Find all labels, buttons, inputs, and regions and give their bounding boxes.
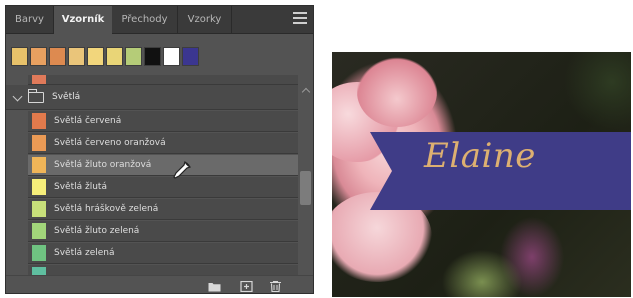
swatch-chip[interactable] <box>144 47 161 66</box>
color-chip <box>32 245 46 261</box>
swatch-label: Světlá zelená <box>54 248 115 258</box>
swatch-row[interactable]: Světlá hráškově zelená <box>28 199 298 220</box>
banner-text: Elaine <box>424 136 536 176</box>
color-chip <box>32 267 46 275</box>
swatch-label: Světlá červeno oranžová <box>54 138 166 148</box>
tab-barvy[interactable]: Barvy <box>6 6 54 34</box>
swatch-group-header[interactable]: Světlá <box>6 85 298 110</box>
panel-menu-icon[interactable] <box>293 12 307 26</box>
color-chip <box>32 113 46 129</box>
swatch-label: Světlá žlutá <box>54 182 107 192</box>
color-chip <box>32 179 46 195</box>
swatch-row[interactable]: Světlá žluto zelená <box>28 221 298 242</box>
color-chip <box>32 157 46 173</box>
swatch-chip[interactable] <box>106 47 123 66</box>
swatch-list: Světlá Světlá červená Světlá červeno oran… <box>6 75 298 275</box>
swatch-chip[interactable] <box>68 47 85 66</box>
color-chip <box>32 75 46 84</box>
swatch-chip[interactable] <box>163 47 180 66</box>
trash-icon[interactable] <box>269 281 282 292</box>
eyedropper-icon <box>173 160 192 179</box>
tab-vzornik[interactable]: Vzorník <box>54 6 112 35</box>
rose-photo: Elaine <box>332 52 631 297</box>
tab-vzorky[interactable]: Vzorky <box>178 6 232 34</box>
panel-bottom-bar <box>6 275 313 293</box>
new-swatch-icon[interactable] <box>240 281 253 292</box>
swatch-row[interactable]: Světlá červená <box>28 111 298 132</box>
color-chip <box>32 135 46 151</box>
swatch-chip[interactable] <box>125 47 142 66</box>
list-item[interactable] <box>28 75 298 85</box>
scrollbar[interactable] <box>298 75 313 275</box>
swatch-group-label: Světlá <box>52 92 81 102</box>
swatch-row[interactable]: Světlá zelená <box>28 243 298 264</box>
color-chip <box>32 223 46 239</box>
swatch-label: Světlá žluto zelená <box>54 226 140 236</box>
swatches-panel: Barvy Vzorník Přechody Vzorky Světlá Svě… <box>5 5 314 294</box>
swatch-chip[interactable] <box>182 47 199 66</box>
panel-tab-bar: Barvy Vzorník Přechody Vzorky <box>6 6 313 35</box>
swatch-chip[interactable] <box>49 47 66 66</box>
scroll-thumb[interactable] <box>300 171 311 205</box>
tab-prechody[interactable]: Přechody <box>112 6 178 34</box>
swatch-row[interactable]: Světlá žluto oranžová <box>28 155 298 176</box>
list-item[interactable] <box>28 265 298 275</box>
scroll-up-icon[interactable] <box>301 87 311 97</box>
swatch-row[interactable]: Světlá žlutá <box>28 177 298 198</box>
folder-icon[interactable] <box>208 281 221 292</box>
folder-icon <box>27 89 44 103</box>
chevron-down-icon[interactable] <box>12 91 23 102</box>
color-chip <box>32 201 46 217</box>
swatch-row[interactable]: Světlá červeno oranžová <box>28 133 298 154</box>
swatch-chip[interactable] <box>87 47 104 66</box>
swatch-chip[interactable] <box>11 47 28 66</box>
swatch-label: Světlá červená <box>54 116 122 126</box>
swatch-label: Světlá hráškově zelená <box>54 204 159 214</box>
swatch-chip[interactable] <box>30 47 47 66</box>
swatch-label: Světlá žluto oranžová <box>54 160 152 170</box>
rose-petal <box>357 57 437 127</box>
